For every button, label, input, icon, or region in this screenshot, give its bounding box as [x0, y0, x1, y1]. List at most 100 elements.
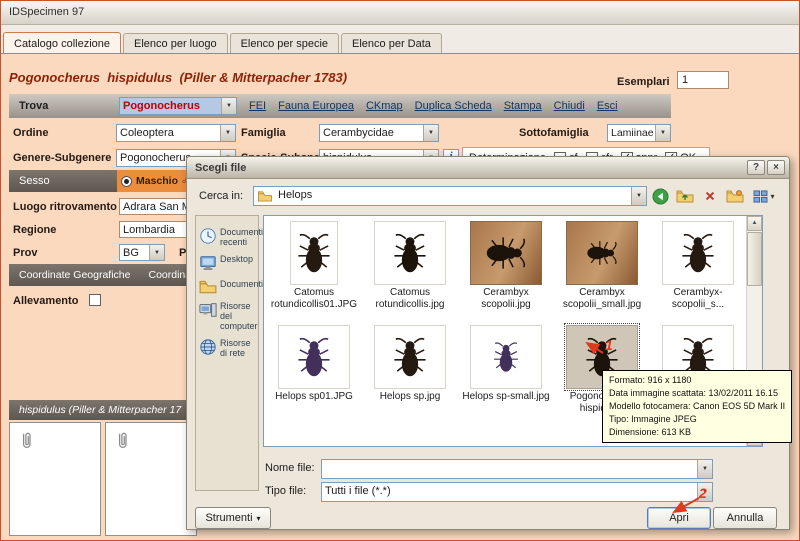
file-dialog: Scegli file ? × Cerca in: Helops: [186, 156, 790, 530]
help-button[interactable]: ?: [747, 160, 765, 175]
tab-elenco-per-specie[interactable]: Elenco per specie: [230, 33, 339, 53]
recent-documents-icon: [199, 227, 217, 245]
dropdown-arrow-icon[interactable]: [149, 245, 164, 260]
link-chiudi[interactable]: Chiudi: [554, 100, 585, 112]
dialog-titlebar[interactable]: Scegli file ? ×: [187, 157, 789, 179]
file-item[interactable]: Helops sp.jpg: [362, 322, 458, 426]
sesso-radio-maschio[interactable]: [121, 176, 132, 187]
place-documenti[interactable]: Documenti: [199, 279, 255, 294]
file-item[interactable]: Catomus rotundicollis.jpg: [362, 218, 458, 322]
place-risorse-computer[interactable]: Risorse del computer: [199, 301, 255, 331]
sottofamiglia-select[interactable]: Lamiinae: [607, 124, 671, 142]
file-item[interactable]: Helops sp-small.jpg: [458, 322, 554, 426]
link-esci[interactable]: Esci: [597, 100, 618, 112]
link-ckmap[interactable]: CKmap: [366, 100, 403, 112]
folder-up-icon: [676, 189, 694, 203]
cerca-in-select[interactable]: Helops: [253, 186, 647, 206]
genere-label: Genere-Subgenere: [13, 152, 111, 164]
prov-label: Prov: [13, 247, 37, 259]
tipo-file-select[interactable]: Tutti i file (*.*): [321, 482, 713, 502]
nome-file-label: Nome file:: [265, 462, 315, 474]
attachment-slot[interactable]: [105, 422, 197, 536]
apri-button[interactable]: Apri: [647, 507, 711, 529]
new-folder-button[interactable]: [724, 186, 746, 206]
delete-button[interactable]: [699, 186, 721, 206]
file-item[interactable]: Cerambyx scopolii_small.jpg: [554, 218, 650, 322]
delete-x-icon: [704, 190, 716, 202]
dropdown-arrow-icon[interactable]: [423, 125, 438, 141]
famiglia-label: Famiglia: [241, 127, 286, 139]
file-item[interactable]: Catomus rotundicollis01.JPG: [266, 218, 362, 322]
documents-folder-icon: [199, 279, 217, 294]
species-title: Pogonocherus hispidulus (Piller & Mitter…: [9, 70, 347, 85]
desktop-icon: [199, 254, 217, 272]
my-computer-icon: [199, 301, 217, 319]
place-desktop[interactable]: Desktop: [199, 254, 255, 272]
dialog-title: Scegli file: [195, 162, 246, 174]
file-item[interactable]: Cerambyx scopolii.jpg: [458, 218, 554, 322]
link-fauna-europea[interactable]: Fauna Europea: [278, 100, 354, 112]
attachments-header-label: hispidulus (Piller & Mitterpacher 17: [19, 404, 181, 416]
up-one-level-button[interactable]: [674, 186, 696, 206]
tooltip-tipo: Tipo: Immagine JPEG: [609, 413, 785, 426]
file-item[interactable]: Cerambyx-scopolii_s...: [650, 218, 746, 322]
beetle-photo-thumbnail: [484, 236, 528, 270]
coordinate-geografiche-label: Coordinate Geografiche: [19, 269, 131, 281]
views-caret-icon: [768, 190, 774, 202]
link-fei[interactable]: FEI: [249, 100, 266, 112]
dropdown-arrow-icon[interactable]: [655, 125, 670, 141]
place-documenti-recenti[interactable]: Documenti recenti: [199, 227, 255, 247]
app-window: IDSpecimen 97 Catalogo collezione Elenco…: [0, 0, 800, 541]
scrollbar-thumb[interactable]: [747, 232, 762, 286]
trova-select[interactable]: Pogonocherus: [119, 97, 237, 115]
strumenti-button[interactable]: Strumenti: [195, 507, 271, 529]
sesso-selected: Maschio ♂: [136, 175, 189, 187]
sesso-value-box: Maschio ♂: [117, 170, 195, 192]
allevamento-label: Allevamento: [13, 295, 78, 307]
folder-icon: [257, 190, 273, 202]
link-stampa[interactable]: Stampa: [504, 100, 542, 112]
luogo-label: Luogo ritrovamento: [13, 201, 117, 213]
places-bar: Documenti recenti Desktop Documenti Riso…: [195, 215, 259, 491]
file-info-tooltip: Formato: 916 x 1180 Data immagine scatta…: [602, 370, 792, 443]
file-item[interactable]: Helops sp01.JPG: [266, 322, 362, 426]
ordine-label: Ordine: [13, 127, 48, 139]
scroll-up-icon[interactable]: [747, 216, 762, 231]
trova-label: Trova: [19, 100, 107, 112]
attachments-header: hispidulus (Piller & Mitterpacher 17: [9, 400, 187, 420]
views-button[interactable]: [749, 186, 779, 206]
close-button[interactable]: ×: [767, 160, 785, 175]
strumenti-caret-icon: [253, 512, 261, 524]
tab-elenco-per-data[interactable]: Elenco per Data: [341, 33, 442, 53]
prov-select[interactable]: BG: [119, 244, 165, 261]
beetle-thumbnail: [393, 335, 427, 379]
nome-file-input[interactable]: [321, 459, 713, 479]
attachment-slot[interactable]: [9, 422, 101, 536]
tooltip-data: Data immagine scattata: 13/02/2011 16.15: [609, 387, 785, 400]
tab-bar: Catalogo collezione Elenco per luogo Ele…: [1, 25, 799, 53]
esemplari-field[interactable]: 1: [677, 71, 729, 89]
dropdown-arrow-icon[interactable]: [220, 125, 235, 141]
back-button[interactable]: [649, 186, 671, 206]
link-duplica-scheda[interactable]: Duplica Scheda: [415, 100, 492, 112]
dropdown-arrow-icon[interactable]: [631, 187, 646, 205]
views-grid-icon: [753, 190, 768, 203]
dropdown-arrow-icon[interactable]: [221, 98, 236, 114]
place-risorse-rete[interactable]: Risorse di rete: [199, 338, 255, 358]
dropdown-arrow-icon[interactable]: [697, 483, 712, 501]
cerca-in-label: Cerca in:: [199, 190, 243, 202]
annulla-button[interactable]: Annulla: [713, 507, 777, 529]
dropdown-arrow-icon[interactable]: [697, 460, 712, 478]
esemplari-label: Esemplari: [617, 76, 670, 88]
app-titlebar[interactable]: IDSpecimen 97: [1, 1, 799, 25]
tooltip-fotocamera: Modello fotocamera: Canon EOS 5D Mark II: [609, 400, 785, 413]
regione-label: Regione: [13, 224, 56, 236]
sesso-label: Sesso: [19, 175, 50, 187]
allevamento-checkbox[interactable]: [89, 294, 101, 306]
tab-elenco-per-luogo[interactable]: Elenco per luogo: [123, 33, 228, 53]
sesso-header: Sesso: [9, 170, 117, 192]
tab-catalogo-collezione[interactable]: Catalogo collezione: [3, 32, 121, 53]
ordine-select[interactable]: Coleoptera: [116, 124, 236, 142]
famiglia-select[interactable]: Cerambycidae: [319, 124, 439, 142]
file-item[interactable]: [266, 426, 362, 447]
